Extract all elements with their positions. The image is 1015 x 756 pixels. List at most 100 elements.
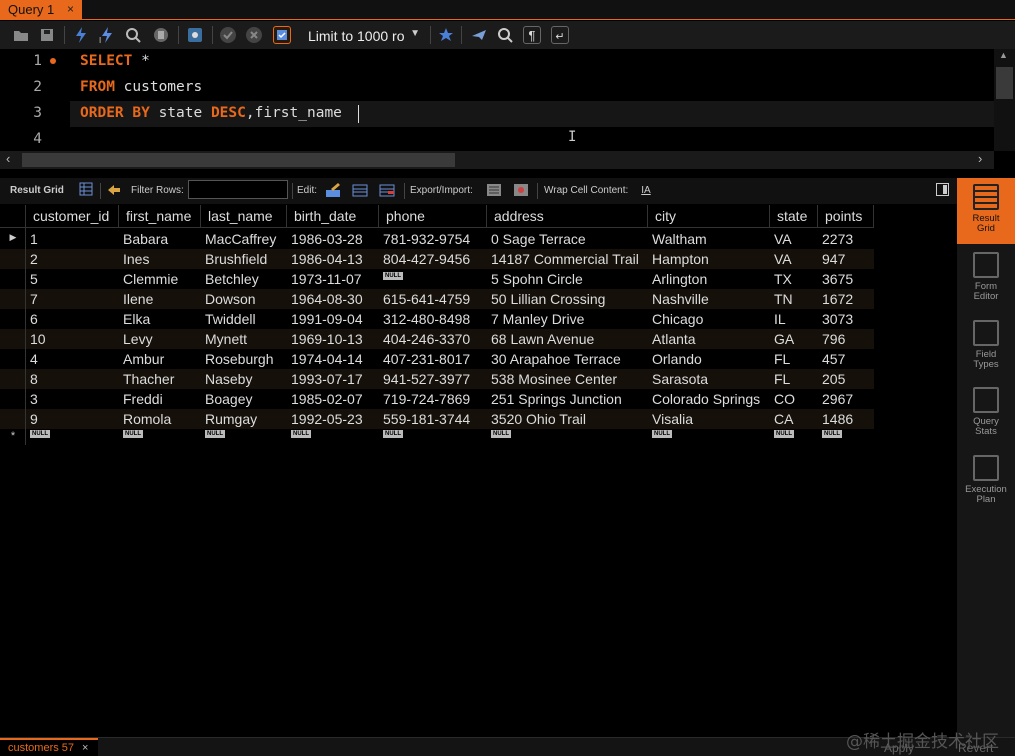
cell-city[interactable]: Visalia (648, 409, 770, 429)
cell-first-name[interactable]: Ines (119, 249, 201, 269)
grid-layout-icon[interactable] (78, 182, 94, 198)
table-row[interactable]: 7 Ilene Dowson 1964-08-30 615-641-4759 50 Lil… (0, 289, 874, 309)
export-icon[interactable] (486, 182, 502, 198)
column-header-state[interactable]: state (770, 205, 818, 228)
editor-vertical-scrollbar[interactable]: ▲ (994, 49, 1015, 151)
column-header-customer-id[interactable]: customer_id (26, 205, 119, 228)
cell-first-name[interactable]: NULL (119, 429, 201, 449)
cell-address[interactable]: 3520 Ohio Trail (487, 409, 648, 429)
cell-address[interactable]: 68 Lawn Avenue (487, 329, 648, 349)
cell-city[interactable]: Sarasota (648, 369, 770, 389)
cell-state[interactable]: NULL (770, 429, 818, 449)
cell-first-name[interactable]: Levy (119, 329, 201, 349)
cell-points[interactable]: 947 (818, 249, 874, 269)
cell-customer-id[interactable]: 3 (26, 389, 119, 409)
result-grid-tab[interactable]: Result Grid (957, 178, 1015, 244)
cell-city[interactable]: NULL (648, 429, 770, 449)
cell-first-name[interactable]: Thacher (119, 369, 201, 389)
column-header-last-name[interactable]: last_name (201, 205, 287, 228)
scrollbar-thumb[interactable] (996, 67, 1013, 99)
cell-points[interactable]: 2273 (818, 229, 874, 249)
cell-state[interactable]: FL (770, 349, 818, 369)
cell-customer-id[interactable]: 10 (26, 329, 119, 349)
table-row[interactable]: 4 Ambur Roseburgh 1974-04-14 407-231-8017 30 … (0, 349, 874, 369)
cell-phone[interactable]: 312-480-8498 (379, 309, 487, 329)
edit-row-icon[interactable] (325, 182, 341, 198)
open-folder-icon[interactable] (12, 26, 30, 44)
cell-address[interactable]: 5 Spohn Circle (487, 269, 648, 289)
column-header-phone[interactable]: phone (379, 205, 487, 228)
cell-points[interactable]: NULL (818, 429, 874, 449)
cell-first-name[interactable]: Ilene (119, 289, 201, 309)
cell-points[interactable]: 1672 (818, 289, 874, 309)
cell-last-name[interactable]: Rumgay (201, 409, 287, 429)
tab-query-1[interactable]: Query 1 × (0, 0, 82, 20)
table-row[interactable]: 5 Clemmie Betchley 1973-11-07 NULL 5 Spohn Ci… (0, 269, 874, 289)
cell-customer-id[interactable]: 1 (26, 229, 119, 249)
cell-last-name[interactable]: Mynett (201, 329, 287, 349)
stop-icon[interactable] (152, 26, 170, 44)
cell-birth-date[interactable]: 1964-08-30 (287, 289, 379, 309)
cell-last-name[interactable]: Twiddell (201, 309, 287, 329)
cell-customer-id[interactable]: 4 (26, 349, 119, 369)
cell-state[interactable]: TN (770, 289, 818, 309)
cell-birth-date[interactable]: 1991-09-04 (287, 309, 379, 329)
autocommit-icon[interactable] (273, 26, 291, 44)
cell-first-name[interactable]: Ambur (119, 349, 201, 369)
cell-customer-id[interactable]: 5 (26, 269, 119, 289)
wrap-icon[interactable]: ↵ (551, 26, 569, 44)
cell-first-name[interactable]: Freddi (119, 389, 201, 409)
cell-state[interactable]: VA (770, 249, 818, 269)
cell-address[interactable]: 538 Mosinee Center (487, 369, 648, 389)
table-row[interactable]: 3 Freddi Boagey 1985-02-07 719-724-7869 251 S… (0, 389, 874, 409)
cell-city[interactable]: Arlington (648, 269, 770, 289)
cell-first-name[interactable]: Romola (119, 409, 201, 429)
column-header-address[interactable]: address (487, 205, 648, 228)
find-icon[interactable] (496, 26, 514, 44)
execution-plan-tab[interactable]: Execution Plan (957, 455, 1015, 515)
cell-city[interactable]: Orlando (648, 349, 770, 369)
cell-customer-id[interactable]: NULL (26, 429, 119, 449)
cell-phone[interactable]: NULL (379, 269, 487, 289)
cell-first-name[interactable]: Babara (119, 229, 201, 249)
toggle-side-panel-icon[interactable] (936, 183, 949, 196)
cell-points[interactable]: 205 (818, 369, 874, 389)
scroll-up-icon[interactable]: ▲ (999, 50, 1008, 60)
cell-last-name[interactable]: MacCaffrey (201, 229, 287, 249)
execute-icon[interactable] (72, 26, 90, 44)
scroll-left-icon[interactable]: ‹ (6, 151, 10, 166)
cell-last-name[interactable]: Brushfield (201, 249, 287, 269)
cell-customer-id[interactable]: 6 (26, 309, 119, 329)
cell-city[interactable]: Hampton (648, 249, 770, 269)
cell-phone[interactable]: 781-932-9754 (379, 229, 487, 249)
scrollbar-thumb[interactable] (22, 153, 455, 167)
cell-phone[interactable]: 407-231-8017 (379, 349, 487, 369)
cell-address[interactable]: NULL (487, 429, 648, 449)
import-icon[interactable] (513, 182, 529, 198)
cell-customer-id[interactable]: 8 (26, 369, 119, 389)
cell-phone[interactable]: 404-246-3370 (379, 329, 487, 349)
cell-phone[interactable]: 615-641-4759 (379, 289, 487, 309)
cell-birth-date[interactable]: 1985-02-07 (287, 389, 379, 409)
cell-points[interactable]: 1486 (818, 409, 874, 429)
cell-address[interactable]: 0 Sage Terrace (487, 229, 648, 249)
cell-address[interactable]: 7 Manley Drive (487, 309, 648, 329)
table-row[interactable]: 2 Ines Brushfield 1986-04-13 804-427-9456 141… (0, 249, 874, 269)
cell-points[interactable]: 3675 (818, 269, 874, 289)
cell-city[interactable]: Nashville (648, 289, 770, 309)
result-tab-customers[interactable]: customers 57 × (0, 738, 98, 756)
cell-phone[interactable]: 719-724-7869 (379, 389, 487, 409)
cell-state[interactable]: CO (770, 389, 818, 409)
execute-current-icon[interactable]: I (98, 26, 116, 45)
scroll-right-icon[interactable]: › (978, 151, 982, 166)
column-header-city[interactable]: city (648, 205, 770, 228)
cell-address[interactable]: 50 Lillian Crossing (487, 289, 648, 309)
table-row[interactable]: 10 Levy Mynett 1969-10-13 404-246-3370 68 Law… (0, 329, 874, 349)
close-icon[interactable]: × (67, 2, 74, 16)
cell-birth-date[interactable]: 1974-04-14 (287, 349, 379, 369)
column-header-first-name[interactable]: first_name (119, 205, 201, 228)
cell-state[interactable]: VA (770, 229, 818, 249)
cell-birth-date[interactable]: 1969-10-13 (287, 329, 379, 349)
cell-first-name[interactable]: Elka (119, 309, 201, 329)
cell-last-name[interactable]: Naseby (201, 369, 287, 389)
